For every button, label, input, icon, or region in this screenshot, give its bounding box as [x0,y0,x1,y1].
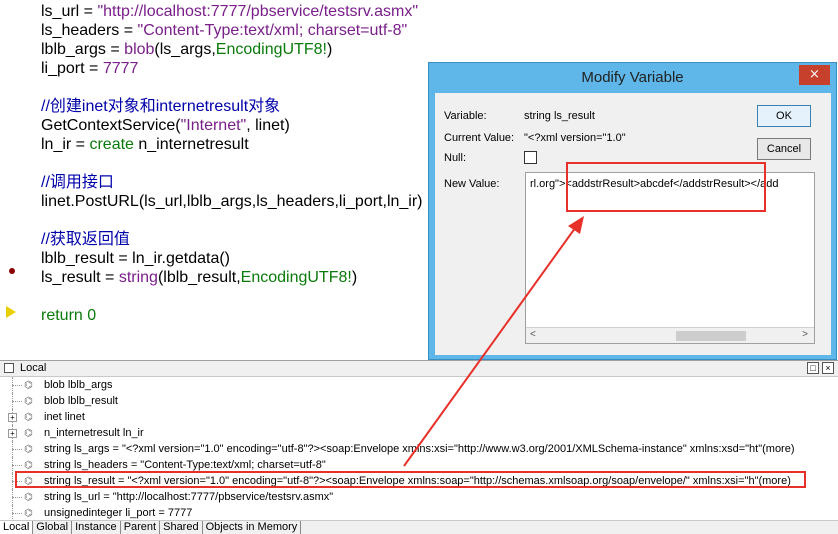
variable-icon: ⌬ [24,444,33,455]
code-line: lblb_args = blob(ls_args,EncodingUTF8!) [41,41,333,58]
null-label: Null: [444,152,467,164]
variable-icon: ⌬ [24,492,33,503]
expand-icon[interactable]: + [8,413,17,422]
variable-label: Variable: [444,110,487,122]
expand-icon[interactable]: + [8,429,17,438]
pane-window-buttons: □ × [807,362,834,374]
scroll-right-icon[interactable]: > [802,329,808,340]
variable-icon: ⌬ [24,396,33,407]
current-value-label: Current Value: [444,132,515,144]
tab-local[interactable]: Local [0,521,34,534]
code-line: ls_url = "http://localhost:7777/pbservic… [41,3,419,20]
current-value: "<?xml version="1.0" [524,132,626,144]
close-button[interactable]: × [799,65,830,85]
pane-title: Local [20,362,47,374]
ok-button[interactable]: OK [757,105,811,127]
variable-value: string ls_result [524,110,595,122]
variable-icon: ⌬ [24,412,33,423]
highlight-box-ls-result [15,471,806,488]
code-line: lblb_result = ln_ir.getdata() [41,250,230,267]
tab-objects-in-memory[interactable]: Objects in Memory [203,521,302,534]
close-icon[interactable]: × [822,362,834,374]
code-line: linet.PostURL(ls_url,lblb_args,ls_header… [41,193,423,210]
code-line: GetContextService("Internet", linet) [41,117,290,134]
tab-parent[interactable]: Parent [121,521,161,534]
dialog-body: Variable: string ls_result Current Value… [435,93,831,355]
dialog-title: Modify Variable [581,69,684,86]
pane-header: Local □ × [0,361,838,377]
scroll-thumb[interactable] [676,331,746,341]
maximize-icon[interactable]: □ [807,362,819,374]
code-line: return 0 [41,307,97,324]
tab-global[interactable]: Global [33,521,73,534]
variable-icon: ⌬ [24,380,33,391]
pane-icon [4,363,14,373]
code-comment: //获取返回值 [41,231,130,248]
cancel-button[interactable]: Cancel [757,138,811,160]
null-checkbox[interactable] [524,151,537,164]
new-value-label: New Value: [444,178,500,190]
tab-instance[interactable]: Instance [72,521,121,534]
tab-shared[interactable]: Shared [160,521,203,534]
breakpoint-icon[interactable] [9,268,15,274]
code-line: ls_result = string(lblb_result,EncodingU… [41,269,358,286]
code-line: ln_ir = create n_internetresult [41,136,249,153]
local-variables-pane: Local □ × ⌬ blob lblb_args ⌬ blob lblb_res… [0,360,838,534]
current-line-arrow-icon [6,306,16,318]
highlight-box-new-value [566,162,766,212]
code-line: li_port = 7777 [41,60,139,77]
scroll-left-icon[interactable]: < [530,329,536,340]
variable-icon: ⌬ [24,428,33,439]
code-line: ls_headers = "Content-Type:text/xml; cha… [41,22,408,39]
code-comment: //创建inet对象和internetresult对象 [41,98,281,115]
pane-tabs: Local Global Instance Parent Shared Obje… [0,520,838,534]
code-comment: //调用接口 [41,174,114,191]
horizontal-scrollbar[interactable]: < > [526,327,814,343]
